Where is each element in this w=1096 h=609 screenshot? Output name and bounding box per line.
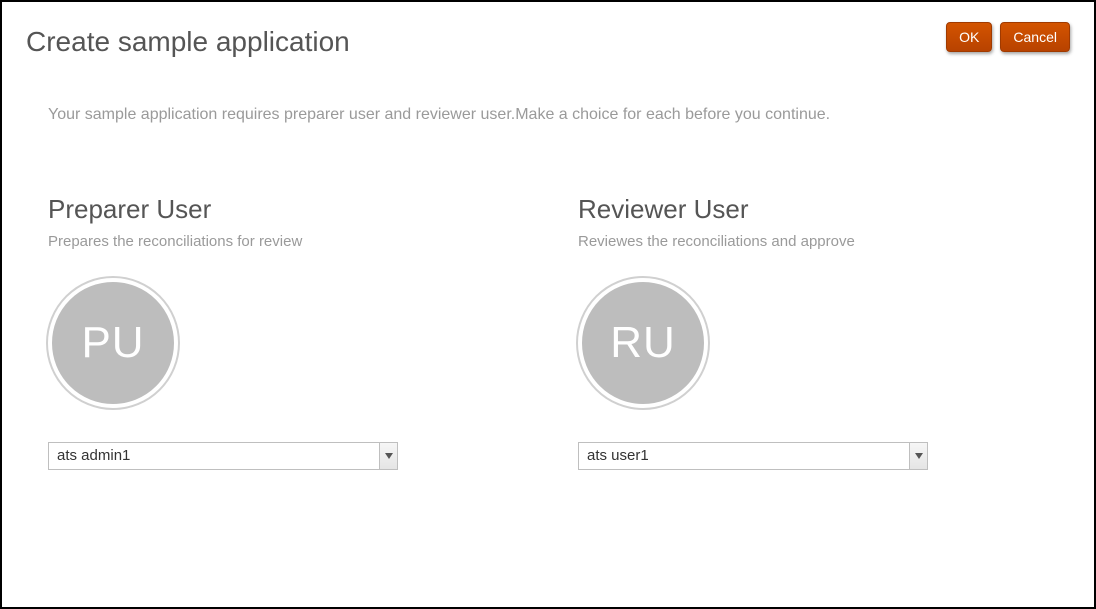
- dialog-button-group: OK Cancel: [946, 22, 1070, 52]
- preparer-select-value: ats admin1: [49, 443, 379, 469]
- dialog-description: Your sample application requires prepare…: [48, 106, 1070, 124]
- cancel-button[interactable]: Cancel: [1000, 22, 1070, 52]
- preparer-column: Preparer User Prepares the reconciliatio…: [48, 194, 518, 470]
- reviewer-subtitle: Reviewes the reconciliations and approve: [578, 233, 1048, 250]
- reviewer-avatar: RU: [578, 278, 708, 408]
- reviewer-avatar-initials: RU: [610, 318, 676, 368]
- ok-button[interactable]: OK: [946, 22, 992, 52]
- reviewer-title: Reviewer User: [578, 194, 1048, 225]
- user-columns: Preparer User Prepares the reconciliatio…: [48, 194, 1070, 470]
- preparer-subtitle: Prepares the reconciliations for review: [48, 233, 518, 250]
- page-title: Create sample application: [26, 26, 350, 58]
- reviewer-column: Reviewer User Reviewes the reconciliatio…: [578, 194, 1048, 470]
- preparer-title: Preparer User: [48, 194, 518, 225]
- reviewer-user-select[interactable]: ats user1: [578, 442, 928, 470]
- chevron-down-icon: [909, 443, 927, 469]
- reviewer-select-value: ats user1: [579, 443, 909, 469]
- chevron-down-icon: [379, 443, 397, 469]
- preparer-avatar: PU: [48, 278, 178, 408]
- preparer-user-select[interactable]: ats admin1: [48, 442, 398, 470]
- create-sample-application-dialog: Create sample application OK Cancel Your…: [0, 0, 1096, 609]
- dialog-header: Create sample application OK Cancel: [26, 22, 1070, 58]
- preparer-avatar-initials: PU: [81, 318, 144, 368]
